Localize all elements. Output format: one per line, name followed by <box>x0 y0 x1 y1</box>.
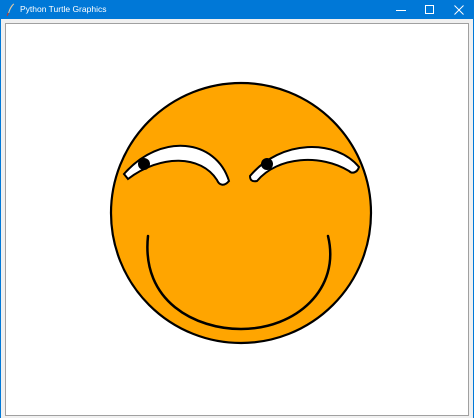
close-icon <box>454 4 464 15</box>
title-bar[interactable]: Python Turtle Graphics <box>1 0 473 19</box>
minimize-button[interactable] <box>386 0 416 19</box>
right-pupil <box>261 158 273 170</box>
window-title: Python Turtle Graphics <box>20 4 107 14</box>
turtle-window: Python Turtle Graphics <box>0 0 474 418</box>
left-pupil <box>138 158 150 170</box>
smiley-drawing <box>109 81 373 345</box>
feather-pen-icon[interactable] <box>6 3 15 17</box>
smiley-face <box>109 81 373 345</box>
turtle-canvas[interactable] <box>5 23 469 416</box>
minimize-icon <box>396 9 406 11</box>
maximize-button[interactable] <box>415 0 445 19</box>
maximize-icon <box>425 4 434 14</box>
close-button[interactable] <box>444 0 474 19</box>
